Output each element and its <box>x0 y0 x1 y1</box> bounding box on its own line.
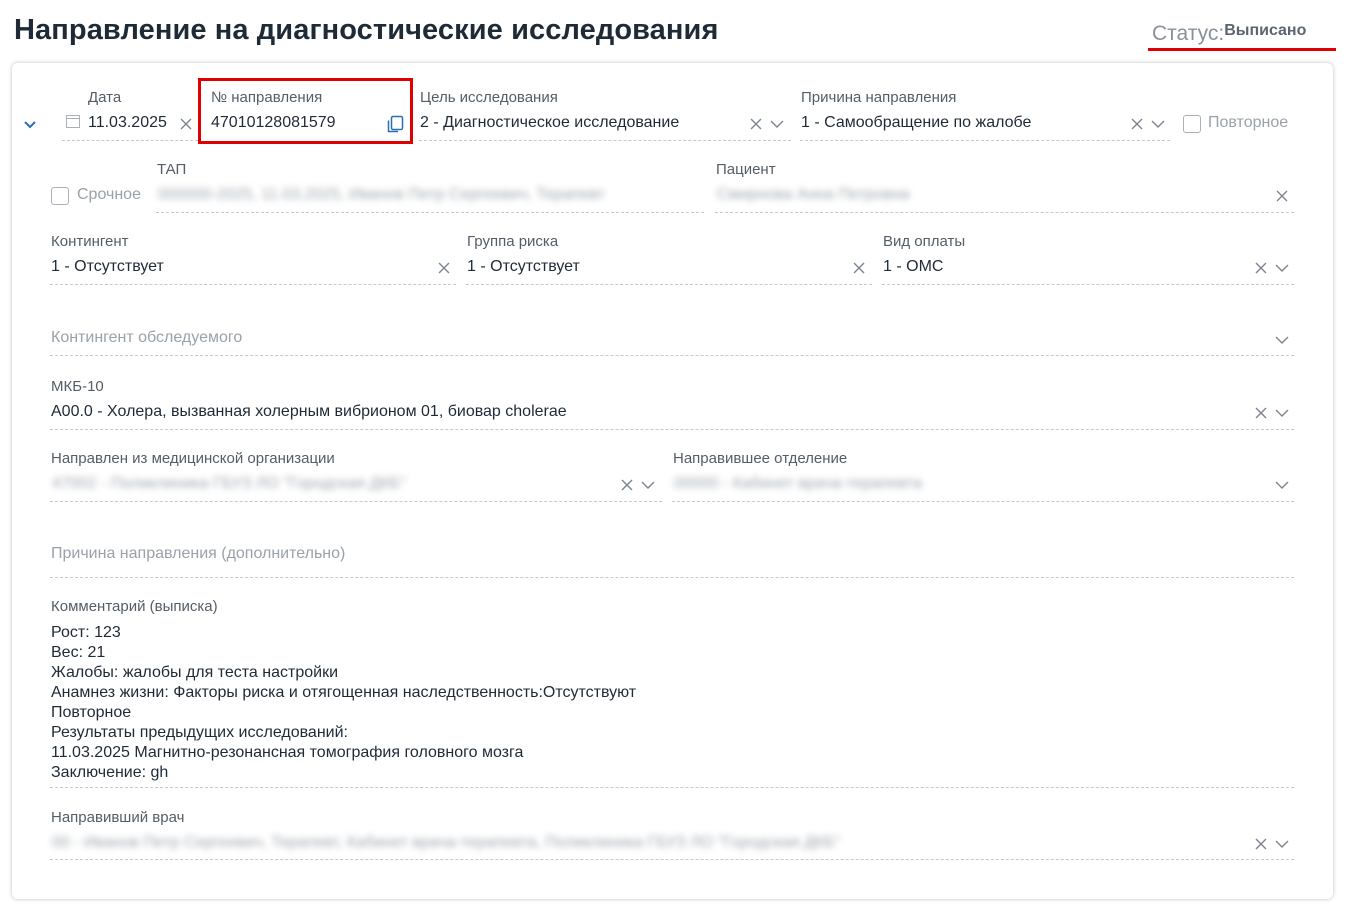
tap-field[interactable]: 000000-2025, 11.03.2025, Иванов Петр Сер… <box>158 186 698 204</box>
status-label: Статус: <box>1152 22 1225 45</box>
chevron-down-icon[interactable] <box>1274 332 1290 348</box>
comment-line: Заключение: gh <box>51 764 169 781</box>
calendar-icon[interactable] <box>65 113 81 129</box>
risk-group-label: Группа риска <box>467 233 559 250</box>
reason-label: Причина направления <box>801 89 957 106</box>
clear-purpose-icon[interactable] <box>748 116 764 132</box>
status-value: Выписано <box>1224 22 1307 39</box>
date-input[interactable]: 11.03.2025 <box>88 114 167 132</box>
repeat-checkbox[interactable] <box>1183 115 1201 133</box>
reason-extra-input[interactable]: Причина направления (дополнительно) <box>51 545 345 563</box>
clear-payment-type-icon[interactable] <box>1253 260 1269 276</box>
purpose-label: Цель исследования <box>420 89 558 106</box>
clear-patient-icon[interactable] <box>1274 188 1290 204</box>
mkb10-select[interactable]: A00.0 - Холера, вызванная холерным вибри… <box>51 403 567 421</box>
sending-department-select[interactable]: 00000 - Кабинет врача-терапевта <box>674 475 944 493</box>
chevron-down-icon[interactable] <box>769 116 785 132</box>
chevron-down-icon[interactable] <box>1274 836 1290 852</box>
clear-mkb10-icon[interactable] <box>1253 405 1269 421</box>
page-title: Направление на диагностические исследова… <box>14 14 719 46</box>
doctor-select[interactable]: 00 - Иванов Петр Сергеевич, Терапевт, Ка… <box>52 834 912 852</box>
payment-type-label: Вид оплаты <box>883 233 966 250</box>
chevron-down-icon[interactable] <box>1274 405 1290 421</box>
patient-field[interactable]: Смирнова Анна Петровна <box>717 186 967 204</box>
comment-textarea[interactable]: Рост: 123 Вес: 21 Жалобы: жалобы для тес… <box>51 623 636 783</box>
comment-line: Вес: 21 <box>51 644 106 661</box>
clear-risk-group-icon[interactable] <box>851 260 867 276</box>
comment-line: Результаты предыдущих исследований: <box>51 724 348 741</box>
mkb10-label: МКБ-10 <box>51 378 104 395</box>
contingent-select[interactable]: 1 - Отсутствует <box>51 258 164 276</box>
doctor-label: Направивший врач <box>51 809 185 826</box>
sending-org-label: Направлен из медицинской организации <box>51 450 335 467</box>
patient-label: Пациент <box>716 161 776 178</box>
clear-reason-icon[interactable] <box>1129 116 1145 132</box>
purpose-select[interactable]: 2 - Диагностическое исследование <box>420 114 679 132</box>
collapse-chevron-icon[interactable] <box>22 117 38 133</box>
comment-line: 11.03.2025 Магнитно-резонансная томограф… <box>51 744 524 761</box>
tap-label: ТАП <box>157 161 187 178</box>
urgent-label: Срочное <box>77 186 141 203</box>
contingent-label: Контингент <box>51 233 129 250</box>
examined-contingent-select[interactable]: Контингент обследуемого <box>51 329 242 347</box>
risk-group-select[interactable]: 1 - Отсутствует <box>467 258 580 276</box>
comment-label: Комментарий (выписка) <box>51 598 218 615</box>
sending-org-select[interactable]: 47002 - Поликлиника ГБУЗ ЛО "Городская Д… <box>52 475 452 493</box>
chevron-down-icon[interactable] <box>640 477 656 493</box>
urgent-checkbox[interactable] <box>51 187 69 205</box>
status-indicator: Статус: Выписано <box>1152 22 1306 46</box>
clear-date-icon[interactable] <box>178 116 194 132</box>
repeat-label: Повторное <box>1208 114 1289 131</box>
comment-line: Повторное <box>51 704 132 721</box>
chevron-down-icon[interactable] <box>1150 116 1166 132</box>
sending-department-label: Направившее отделение <box>673 450 848 467</box>
clear-sending-org-icon[interactable] <box>619 477 635 493</box>
chevron-down-icon[interactable] <box>1274 260 1290 276</box>
chevron-down-icon[interactable] <box>1274 477 1290 493</box>
comment-line: Рост: 123 <box>51 624 121 641</box>
reason-select[interactable]: 1 - Самообращение по жалобе <box>801 114 1031 132</box>
payment-type-select[interactable]: 1 - ОМС <box>883 258 943 276</box>
clear-contingent-icon[interactable] <box>436 260 452 276</box>
comment-line: Анамнез жизни: Факторы риска и отягощенн… <box>51 684 637 701</box>
date-label: Дата <box>88 89 122 106</box>
referral-number-highlight <box>198 78 413 144</box>
comment-line: Жалобы: жалобы для теста настройки <box>51 664 338 681</box>
status-highlight-underline <box>1148 48 1336 51</box>
clear-doctor-icon[interactable] <box>1253 836 1269 852</box>
